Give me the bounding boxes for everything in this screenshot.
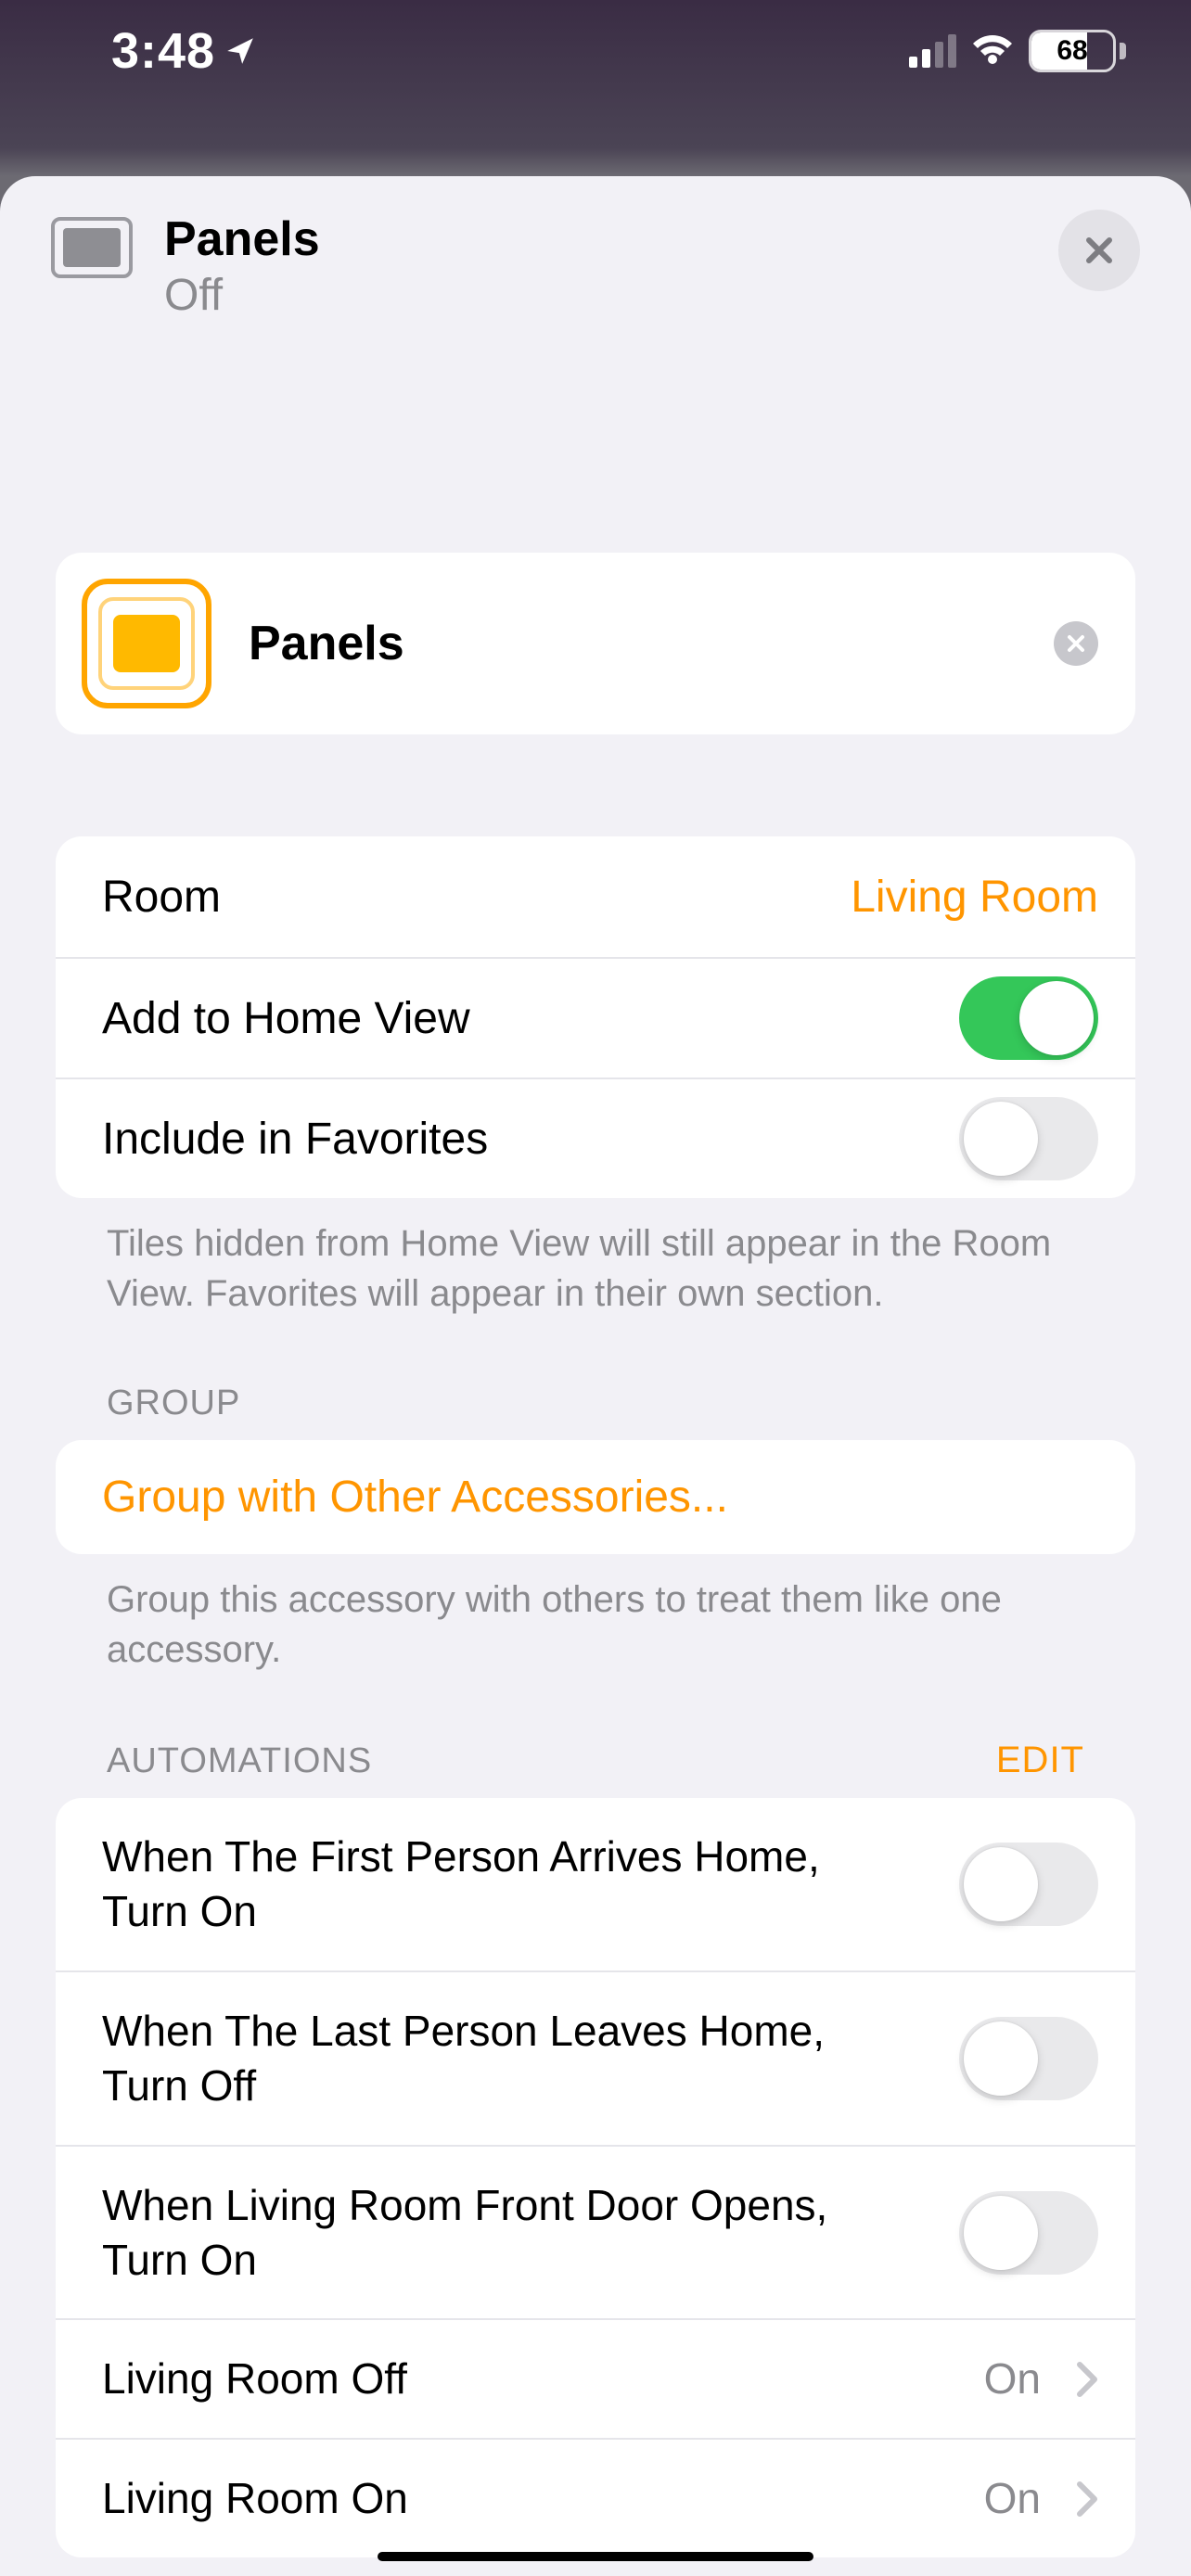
automation-row: When The Last Person Leaves Home, Turn O… xyxy=(56,1970,1135,2145)
close-button[interactable] xyxy=(1058,210,1140,291)
automation-toggle[interactable] xyxy=(959,2191,1098,2275)
chevron-right-icon xyxy=(1076,2361,1098,2398)
automations-card: When The First Person Arrives Home, Turn… xyxy=(56,1798,1135,2557)
display-settings-card: Room Living Room Add to Home View Includ… xyxy=(56,836,1135,1198)
home-view-row: Add to Home View xyxy=(56,957,1135,1078)
automation-row[interactable]: Living Room On On xyxy=(56,2438,1135,2557)
accessory-status: Off xyxy=(164,270,1027,321)
settings-sheet: Panels Off Panels Room Liv xyxy=(0,176,1191,2576)
accessory-name-field[interactable]: Panels xyxy=(249,616,1017,671)
room-label: Room xyxy=(102,872,851,923)
sheet-header: Panels Off xyxy=(0,213,1191,358)
favorites-toggle[interactable] xyxy=(959,1097,1098,1180)
automation-status: On xyxy=(984,2352,1041,2406)
location-icon xyxy=(224,35,256,67)
automation-status: On xyxy=(984,2471,1041,2526)
home-view-toggle[interactable] xyxy=(959,976,1098,1060)
chevron-right-icon xyxy=(1076,2480,1098,2518)
name-card: Panels xyxy=(56,553,1135,734)
display-settings-footer: Tiles hidden from Home View will still a… xyxy=(56,1198,1135,1319)
accessory-title: Panels xyxy=(164,213,1027,266)
clear-name-button[interactable] xyxy=(1054,621,1098,666)
status-time: 3:48 xyxy=(111,22,215,80)
automation-text: When The Last Person Leaves Home, Turn O… xyxy=(102,2004,931,2113)
status-bar: 3:48 68 xyxy=(0,0,1191,102)
battery-indicator: 68 xyxy=(1029,30,1126,72)
home-indicator[interactable] xyxy=(378,2552,813,2561)
home-view-label: Add to Home View xyxy=(102,993,959,1044)
automations-edit-button[interactable]: EDIT xyxy=(996,1740,1084,1781)
automation-toggle[interactable] xyxy=(959,2017,1098,2100)
group-section-footer: Group this accessory with others to trea… xyxy=(56,1554,1135,1675)
favorites-label: Include in Favorites xyxy=(102,1114,959,1165)
favorites-row: Include in Favorites xyxy=(56,1078,1135,1198)
automation-row[interactable]: Living Room Off On xyxy=(56,2318,1135,2438)
battery-percent: 68 xyxy=(1031,32,1113,70)
group-section-title: GROUP xyxy=(107,1384,240,1423)
cellular-icon xyxy=(909,34,956,68)
accessory-tile-icon xyxy=(82,579,211,708)
room-row[interactable]: Room Living Room xyxy=(56,836,1135,957)
group-accessories-button[interactable]: Group with Other Accessories... xyxy=(56,1440,1135,1554)
automation-toggle[interactable] xyxy=(959,1843,1098,1926)
automation-row: When Living Room Front Door Opens, Turn … xyxy=(56,2145,1135,2319)
automation-text: Living Room On xyxy=(102,2471,956,2526)
automation-row: When The First Person Arrives Home, Turn… xyxy=(56,1798,1135,1970)
automation-text: When The First Person Arrives Home, Turn… xyxy=(102,1830,931,1939)
automations-section-title: AUTOMATIONS xyxy=(107,1741,372,1781)
room-value: Living Room xyxy=(851,872,1098,923)
automation-text: When Living Room Front Door Opens, Turn … xyxy=(102,2178,931,2288)
accessory-icon xyxy=(51,217,133,278)
automation-text: Living Room Off xyxy=(102,2352,956,2406)
wifi-icon xyxy=(971,34,1014,68)
